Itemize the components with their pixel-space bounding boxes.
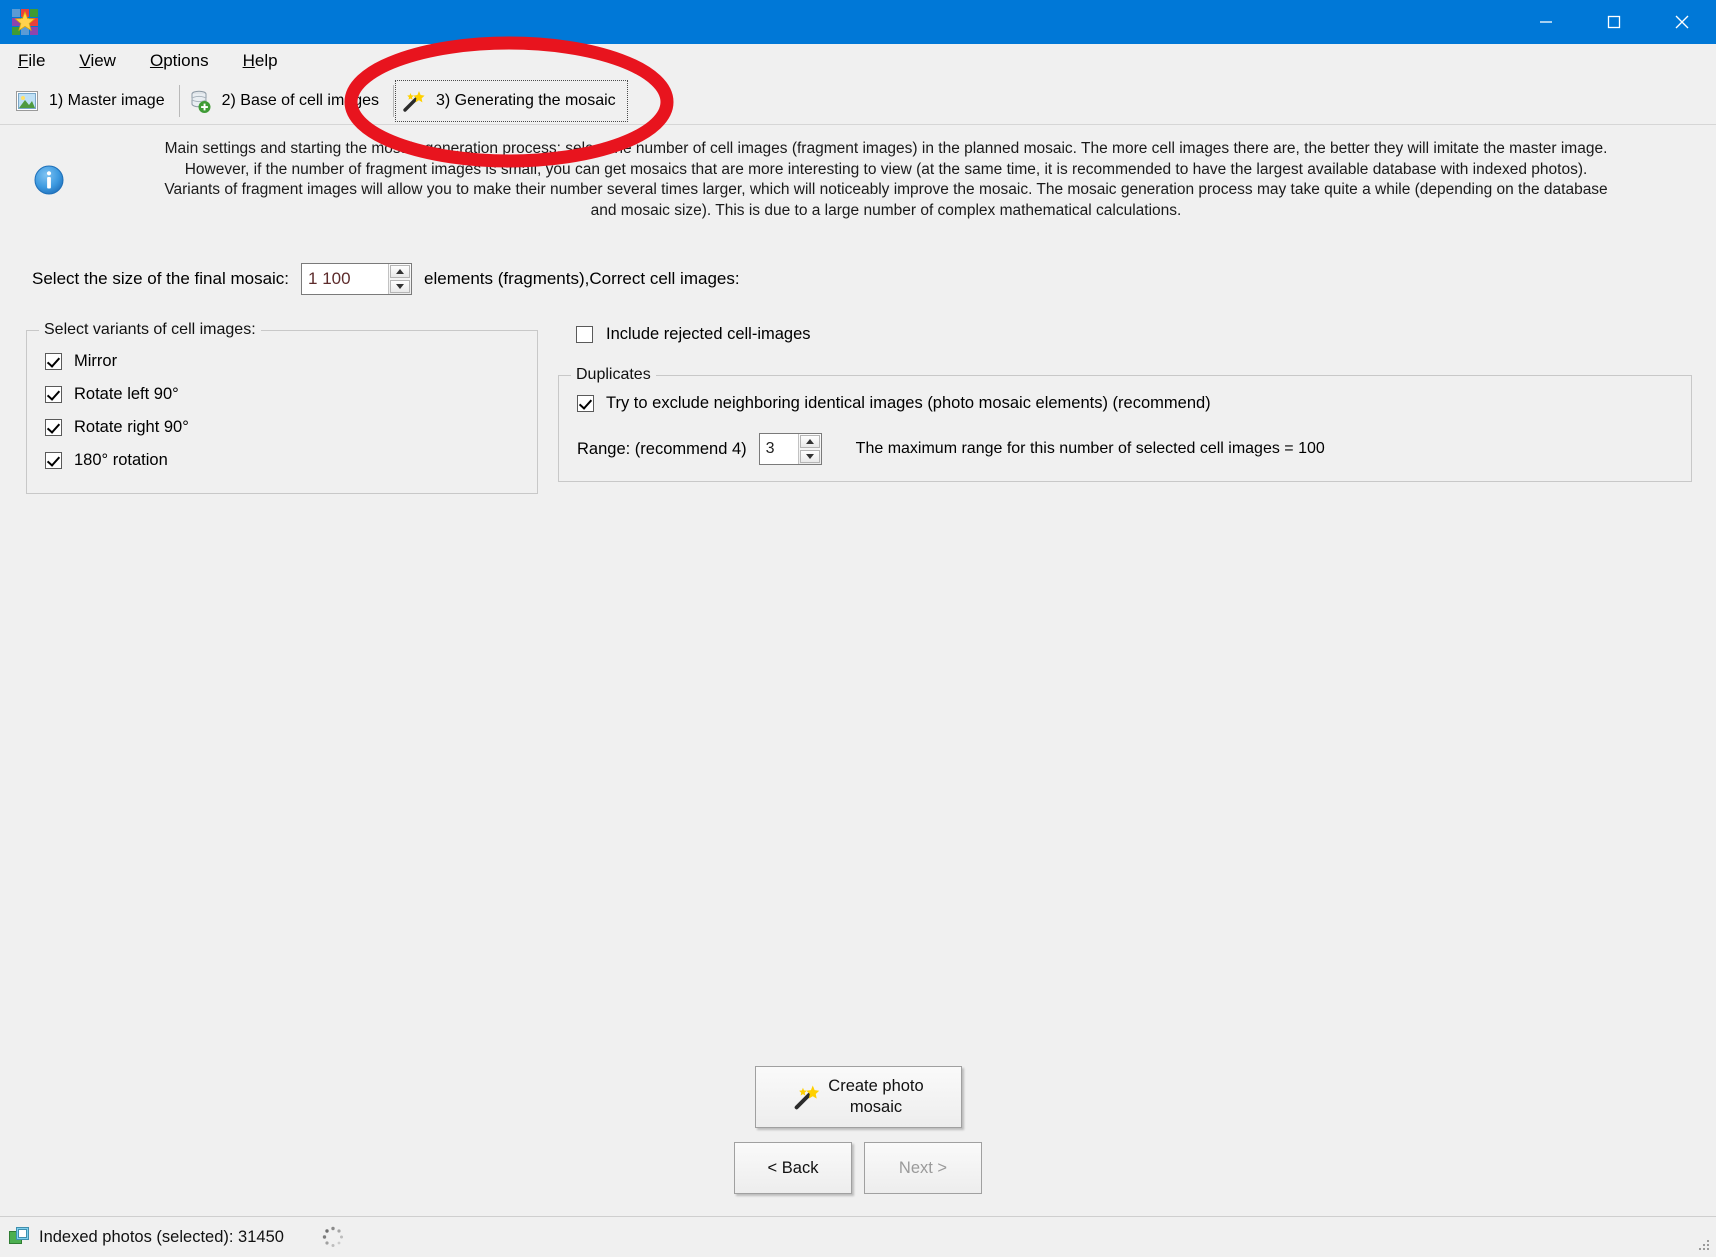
right-settings-column: Include rejected cell-images Duplicates … <box>558 321 1692 482</box>
range-input[interactable] <box>759 434 798 464</box>
chevron-down-icon <box>805 454 814 459</box>
menu-accel-view: V <box>79 51 91 70</box>
range-label: Range: (recommend 4) <box>577 439 747 458</box>
info-line-4: and mosaic size). This is due to a large… <box>590 201 1182 219</box>
range-max-note: The maximum range for this number of sel… <box>855 440 1325 457</box>
tab-master-image[interactable]: 1) Master image <box>6 78 179 124</box>
magic-wand-icon <box>401 88 427 114</box>
mosaic-size-input[interactable] <box>302 264 389 294</box>
variants-group: Select variants of cell images: Mirror R… <box>26 321 538 494</box>
close-button[interactable] <box>1648 0 1716 44</box>
create-button-label-line2: mosaic <box>849 1098 903 1116</box>
indexed-photos-icon <box>8 1226 30 1248</box>
settings-panels: Select variants of cell images: Mirror R… <box>0 295 1716 494</box>
label-180-rotation: 180° rotation <box>74 451 168 469</box>
minimize-button[interactable] <box>1512 0 1580 44</box>
checkbox-exclude-neighbors[interactable] <box>577 395 594 412</box>
create-photo-mosaic-button[interactable]: Create photo mosaic <box>754 1066 962 1128</box>
mosaic-size-suffix-label: elements (fragments),Correct cell images… <box>424 269 740 288</box>
info-line-3: Variants of fragment images will allow y… <box>164 181 1608 198</box>
menu-label-options: ptions <box>163 51 209 70</box>
info-text: Main settings and starting the mosaic ge… <box>74 139 1704 221</box>
chevron-up-icon <box>805 439 814 444</box>
maximize-button[interactable] <box>1580 0 1648 44</box>
checkbox-rotate-left-90[interactable] <box>45 386 62 403</box>
range-row: Range: (recommend 4) The maximum range f… <box>569 417 1681 465</box>
window-controls <box>1512 0 1716 44</box>
tab-label-master-image: 1) Master image <box>49 92 165 109</box>
range-stepper[interactable] <box>758 433 822 465</box>
info-panel: Main settings and starting the mosaic ge… <box>0 125 1716 225</box>
checkbox-row-180-rotation[interactable]: 180° rotation <box>37 444 527 477</box>
range-decrement-button[interactable] <box>799 450 820 463</box>
range-increment-button[interactable] <box>799 435 820 448</box>
variants-group-legend: Select variants of cell images: <box>44 321 256 338</box>
mosaic-size-decrement-button[interactable] <box>390 280 411 293</box>
picture-icon <box>14 88 40 114</box>
label-rotate-right-90: Rotate right 90° <box>74 418 189 436</box>
menu-accel-file: F <box>18 51 29 70</box>
status-text: Indexed photos (selected): 31450 <box>39 1227 284 1246</box>
mosaic-size-stepper[interactable] <box>301 263 413 295</box>
checkbox-row-mirror[interactable]: Mirror <box>37 345 527 378</box>
resize-grip-icon[interactable] <box>1696 1238 1710 1252</box>
duplicates-group-legend: Duplicates <box>576 366 651 383</box>
checkbox-180-rotation[interactable] <box>45 452 62 469</box>
mosaic-size-stepper-buttons[interactable] <box>388 264 412 294</box>
menu-accel-options: O <box>149 51 164 70</box>
label-include-rejected: Include rejected cell-images <box>606 325 811 343</box>
create-button-label-line1: Create photo <box>828 1077 924 1095</box>
range-stepper-buttons[interactable] <box>797 434 821 464</box>
menu-item-view[interactable]: View <box>79 52 116 69</box>
menu-label-file: ile <box>28 51 46 70</box>
tab-base-of-cell-images[interactable]: 2) Base of cell images <box>178 78 393 124</box>
menu-item-help[interactable]: Help <box>243 52 278 69</box>
next-button: Next > <box>864 1142 982 1194</box>
navigation-buttons: < Back Next > <box>734 1142 982 1194</box>
checkbox-rotate-right-90[interactable] <box>45 419 62 436</box>
loading-spinner-icon <box>320 1224 346 1250</box>
info-line-1: Main settings and starting the mosaic ge… <box>164 140 1608 157</box>
tab-label-base-of-cell-images: 2) Base of cell images <box>221 92 379 109</box>
menu-bar: File View Options Help <box>0 44 1716 78</box>
info-icon <box>30 161 68 199</box>
chevron-down-icon <box>396 284 405 289</box>
menu-label-view: iew <box>90 51 116 70</box>
checkbox-row-rotate-right-90[interactable]: Rotate right 90° <box>37 411 527 444</box>
checkbox-row-rotate-left-90[interactable]: Rotate left 90° <box>37 378 527 411</box>
menu-item-options[interactable]: Options <box>150 52 209 69</box>
label-rotate-left-90: Rotate left 90° <box>74 385 179 403</box>
mosaic-size-row: Select the size of the final mosaic: ele… <box>0 225 1716 295</box>
wizard-action-buttons: Create photo mosaic < Back Next > <box>0 1066 1716 1216</box>
duplicates-group: Duplicates Try to exclude neighboring id… <box>558 366 1692 482</box>
label-mirror: Mirror <box>74 352 118 370</box>
magic-wand-icon <box>792 1082 822 1112</box>
menu-label-help: elp <box>254 51 278 70</box>
database-add-icon <box>187 88 213 114</box>
chevron-up-icon <box>396 269 405 274</box>
mosaic-size-label: Select the size of the final mosaic: <box>32 269 290 288</box>
title-bar <box>0 0 1716 44</box>
mosaic-puzzle-icon <box>12 9 38 35</box>
status-bar: Indexed photos (selected): 31450 <box>0 1216 1716 1257</box>
menu-accel-help: H <box>242 51 255 70</box>
info-line-2: However, if the number of fragment image… <box>184 160 1588 178</box>
label-exclude-neighbors: Try to exclude neighboring identical ima… <box>606 394 1211 412</box>
application-window: File View Options Help 1) Master image 2… <box>0 0 1716 1257</box>
checkbox-row-include-rejected[interactable]: Include rejected cell-images <box>558 321 1692 366</box>
menu-item-file[interactable]: File <box>18 52 45 69</box>
tab-label-generating-the-mosaic: 3) Generating the mosaic <box>436 92 616 109</box>
checkbox-row-exclude-neighbors[interactable]: Try to exclude neighboring identical ima… <box>569 390 1681 417</box>
wizard-tab-bar: 1) Master image 2) Base of cell images 3… <box>0 78 1716 125</box>
tab-generating-the-mosaic[interactable]: 3) Generating the mosaic <box>393 78 630 124</box>
checkbox-include-rejected[interactable] <box>576 326 593 343</box>
mosaic-size-increment-button[interactable] <box>390 265 411 278</box>
back-button[interactable]: < Back <box>734 1142 852 1194</box>
checkbox-mirror[interactable] <box>45 353 62 370</box>
